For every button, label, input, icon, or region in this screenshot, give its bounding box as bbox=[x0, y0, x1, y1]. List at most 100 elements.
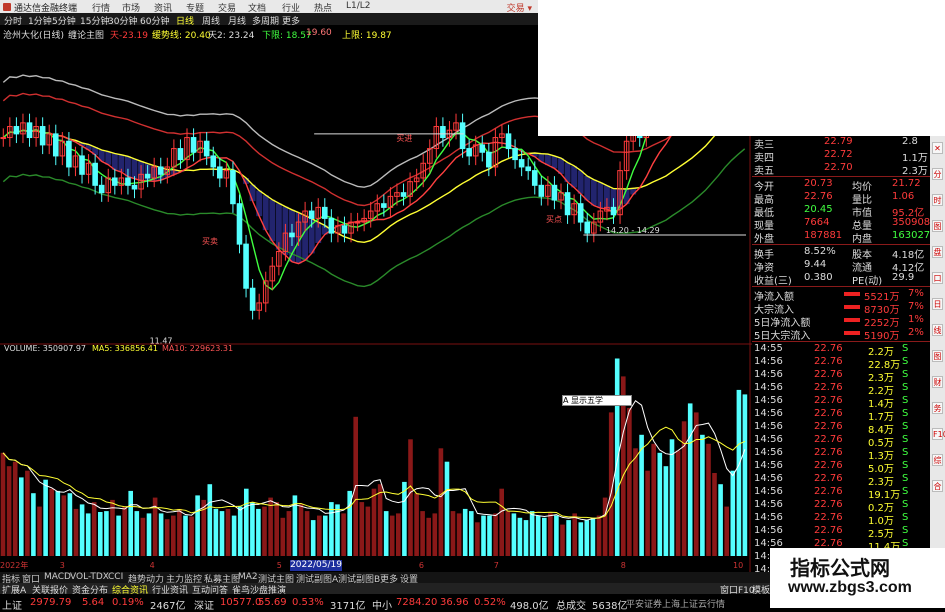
sidebar-button[interactable]: 口 bbox=[932, 272, 943, 284]
period-tab[interactable]: 多周期 bbox=[252, 14, 279, 27]
candle-body bbox=[289, 232, 295, 238]
fund-flow-bar bbox=[844, 331, 860, 335]
volume-bar bbox=[560, 524, 565, 556]
menu-item[interactable]: 行情 bbox=[92, 1, 110, 14]
index-amount: 2467亿 bbox=[150, 601, 186, 612]
period-tab[interactable]: 30分钟 bbox=[108, 14, 137, 27]
period-bar: 分时 1分钟 5分钟 15分钟 30分钟 60分钟 日线 周线 月线 多周期 更… bbox=[0, 13, 538, 27]
sidebar-button[interactable]: 务 bbox=[932, 402, 943, 414]
tab-ext-a[interactable]: 扩展A bbox=[2, 583, 26, 596]
sidebar-button[interactable]: ✕ bbox=[932, 142, 943, 154]
sidebar-button[interactable]: 分 bbox=[932, 168, 943, 180]
quote-cell: 22.79 bbox=[824, 136, 853, 147]
quote-cell: 14:56 bbox=[754, 408, 783, 419]
watermark-url: www.zbgs3.com bbox=[788, 579, 912, 596]
extension-tab-bar: 扩展A 关联报价 资金分布 综合资讯 行业资讯 互动问答 雀鸟沙盘推演 窗口F1… bbox=[0, 583, 770, 596]
stats-row: 今开 20.73 均价 21.72 bbox=[752, 178, 930, 193]
tab-sandbox[interactable]: 雀鸟沙盘推演 bbox=[232, 583, 286, 596]
sidebar-button[interactable]: 盘 bbox=[932, 246, 943, 258]
tab-cci[interactable]: CCI bbox=[108, 572, 123, 582]
period-tab[interactable]: 周线 bbox=[202, 14, 220, 27]
tick-row: 14:56 22.76 2.3万 S bbox=[752, 369, 930, 384]
server-name[interactable]: 平安证券上海上证云行情 bbox=[626, 597, 725, 610]
tab-qa[interactable]: 互动问答 bbox=[192, 583, 228, 596]
menu-item[interactable]: 行业 bbox=[282, 1, 300, 14]
menu-item[interactable]: L1/L2 bbox=[346, 1, 371, 11]
period-tab[interactable]: 月线 bbox=[228, 14, 246, 27]
tab-news[interactable]: 综合资讯 bbox=[112, 583, 148, 596]
divider bbox=[752, 176, 930, 177]
menu-item[interactable]: 热点 bbox=[314, 1, 332, 14]
candle-body bbox=[538, 184, 545, 197]
sidebar-button[interactable]: 日 bbox=[932, 298, 943, 310]
candle-body bbox=[157, 166, 164, 175]
candle-body bbox=[144, 173, 151, 179]
volume-bar bbox=[706, 443, 711, 556]
menu-item[interactable]: 文档 bbox=[248, 1, 266, 14]
candle-body bbox=[381, 203, 387, 208]
sidebar-button[interactable]: 线 bbox=[932, 324, 943, 336]
candle-body bbox=[584, 221, 591, 234]
menu-item[interactable]: 资讯 bbox=[154, 1, 172, 14]
period-tab-active[interactable]: 日线 bbox=[176, 14, 194, 27]
volume-bar bbox=[329, 502, 334, 556]
tab-vol-tdx[interactable]: VOL-TDX bbox=[70, 572, 109, 582]
quote-cell: 14:56 bbox=[754, 382, 783, 393]
menu-item[interactable]: 市场 bbox=[122, 1, 140, 14]
quote-cell: S bbox=[902, 460, 909, 471]
sidebar-button[interactable]: F10 bbox=[932, 428, 945, 440]
volume-bar bbox=[256, 508, 261, 556]
quote-cell: 22.70 bbox=[824, 162, 853, 173]
period-tab[interactable]: 60分钟 bbox=[140, 14, 169, 27]
volume-bar bbox=[195, 495, 200, 556]
x-axis-label: 10 bbox=[733, 561, 743, 570]
sidebar-button[interactable]: 合 bbox=[932, 480, 943, 492]
tab-f10-window[interactable]: 窗口F10 bbox=[720, 583, 755, 596]
volume-bar bbox=[383, 511, 389, 556]
tab-ma2[interactable]: MA2 bbox=[238, 572, 258, 582]
period-tab[interactable]: 1分钟 bbox=[28, 14, 52, 27]
sidebar-button[interactable]: 图 bbox=[932, 220, 943, 232]
volume-bar bbox=[426, 517, 431, 556]
x-axis-label: 7 bbox=[494, 561, 499, 570]
menu-item[interactable]: 专题 bbox=[186, 1, 204, 14]
volume-bar bbox=[122, 506, 127, 556]
volume-bar bbox=[414, 493, 419, 556]
candle-body bbox=[321, 206, 328, 219]
period-tab[interactable]: 5分钟 bbox=[52, 14, 76, 27]
volume-bar bbox=[493, 513, 498, 556]
quote-cell: 14:56 bbox=[754, 512, 783, 523]
tab-fund-dist[interactable]: 资金分布 bbox=[72, 583, 108, 596]
total-volume: 5638亿 bbox=[592, 601, 628, 612]
period-tab[interactable]: 更多 bbox=[282, 14, 300, 27]
chart-tooltip[interactable]: A 显示五学 bbox=[562, 395, 632, 406]
sidebar-button[interactable]: 时 bbox=[932, 194, 943, 206]
volume-bar bbox=[718, 484, 723, 556]
quote-cell: 5日大宗流入 bbox=[754, 331, 811, 342]
volume-bar bbox=[487, 515, 492, 556]
tab-industry-news[interactable]: 行业资讯 bbox=[152, 583, 188, 596]
tab-macd[interactable]: MACD bbox=[44, 572, 71, 582]
period-tab[interactable]: 15分钟 bbox=[80, 14, 109, 27]
quote-cell: S bbox=[902, 408, 909, 419]
quote-cell: 9.44 bbox=[804, 259, 827, 270]
sidebar-button[interactable]: 图 bbox=[932, 350, 943, 362]
index-change: 36.96 bbox=[440, 597, 469, 608]
quote-cell: 2.8 bbox=[902, 136, 918, 147]
volume-bar bbox=[499, 488, 504, 556]
volume-bar bbox=[645, 470, 650, 556]
tab-related-quote[interactable]: 关联报价 bbox=[32, 583, 68, 596]
sidebar-button[interactable]: 综 bbox=[932, 454, 943, 466]
stats2-row: 净资 9.44 流通 4.12亿 bbox=[752, 259, 930, 274]
tab-template[interactable]: 模板 bbox=[752, 583, 770, 596]
sidebar-button[interactable]: 财 bbox=[932, 376, 943, 388]
ask-row: 卖四 22.72 1.1万 bbox=[752, 149, 930, 164]
quote-cell: 7% bbox=[908, 301, 924, 312]
volume-bar bbox=[584, 520, 590, 556]
period-tab[interactable]: 分时 bbox=[4, 14, 22, 27]
menu-item[interactable]: 交易 bbox=[218, 1, 236, 14]
quote-cell: 22.76 bbox=[814, 395, 843, 406]
quote-cell: 22.76 bbox=[814, 512, 843, 523]
candle-body bbox=[92, 162, 98, 186]
divider bbox=[752, 286, 930, 287]
